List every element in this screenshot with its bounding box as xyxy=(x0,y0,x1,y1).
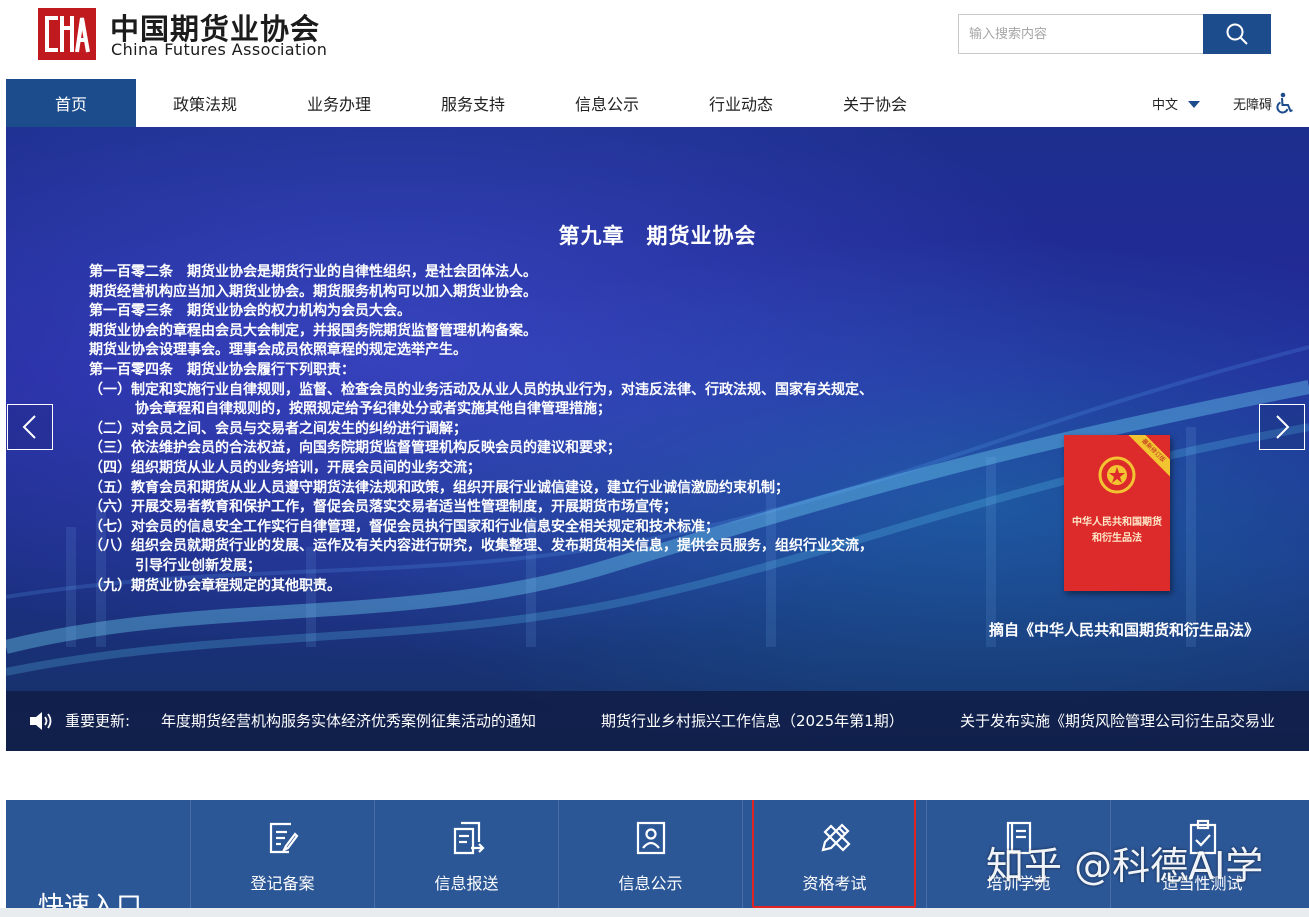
law-line: （七）对会员的信息安全工作实行自律管理，督促会员执行国家和行业信息安全相关规定和… xyxy=(89,518,719,535)
watermark-text: 知乎 @科德AI学 xyxy=(986,844,1264,888)
quick-item-label: 信息公示 xyxy=(618,874,683,893)
wheelchair-icon xyxy=(1276,92,1294,114)
nav-item-home[interactable]: 首页 xyxy=(6,79,136,127)
quick-item-report[interactable]: 信息报送 xyxy=(374,800,558,917)
law-line: （一）制定和实施行业自律规则，监督、检查会员的业务活动及从业人员的执业行为，对违… xyxy=(89,381,873,398)
quick-item-label: 登记备案 xyxy=(250,874,315,893)
hero-banner[interactable]: 第九章 期货业协会 第一百零二条 期货业协会是期货行业的自律性组织，是社会团体法… xyxy=(6,127,1309,751)
nav-item-about[interactable]: 关于协会 xyxy=(810,79,940,127)
main-nav: 首页 政策法规 业务办理 服务支持 信息公示 行业动态 关于协会 中文 无障碍 xyxy=(6,79,1309,127)
nav-item-news[interactable]: 行业动态 xyxy=(676,79,806,127)
law-line: 协会章程和自律规则的，按照规定给予纪律处分或者实施其他自律管理措施； xyxy=(135,401,611,418)
book-title: 中华人民共和国期货和衍生品法 xyxy=(1072,517,1162,544)
law-line: （九）期货业协会章程规定的其他职责。 xyxy=(89,577,341,594)
accessibility-link[interactable]: 无障碍 xyxy=(1233,79,1294,127)
law-text: 第一百零二条 期货业协会是期货行业的自律性组织，是社会团体法人。 期货经营机构应… xyxy=(89,263,873,596)
law-book-cover: 最新修订版 中华人民共和国期货和衍生品法 xyxy=(1064,435,1170,591)
page-bottom-strip xyxy=(0,908,1309,917)
nav-item-disclosure[interactable]: 信息公示 xyxy=(542,79,672,127)
law-line: 第一百零三条 期货业协会的权力机构为会员大会。 xyxy=(89,303,411,320)
law-line: （三）依法维护会员的合法权益，向国务院期货监督管理机构反映会员的建议和要求； xyxy=(89,440,621,457)
ticker-item[interactable]: 年度期货经营机构服务实体经济优秀案例征集活动的通知 xyxy=(161,691,536,751)
accessibility-label: 无障碍 xyxy=(1233,97,1273,113)
chevron-left-icon xyxy=(22,415,36,439)
nav-item-service[interactable]: 服务支持 xyxy=(408,79,538,127)
search-button[interactable] xyxy=(1203,14,1271,54)
ticker-item[interactable]: 期货行业乡村振兴工作信息（2025年第1期） xyxy=(601,691,904,751)
law-line: （二）对会员之间、会员与交易者之间发生的纠纷进行调解； xyxy=(89,420,467,437)
nav-item-business[interactable]: 业务办理 xyxy=(274,79,404,127)
quick-item-label: 信息报送 xyxy=(434,874,499,893)
language-select[interactable]: 中文 xyxy=(1152,79,1201,127)
site-name-en[interactable]: China Futures Association xyxy=(111,40,327,59)
cfa-logo-icon[interactable] xyxy=(38,8,96,60)
news-ticker: 重要更新: 年度期货经营机构服务实体经济优秀案例征集活动的通知 期货行业乡村振兴… xyxy=(6,691,1309,751)
edit-document-icon xyxy=(263,818,303,862)
speaker-icon xyxy=(28,710,54,736)
quick-item-registration[interactable]: 登记备案 xyxy=(190,800,374,917)
law-line: （四）组织期货从业人员的业务培训，开展会员间的业务交流； xyxy=(89,459,481,476)
document-send-icon xyxy=(447,818,487,862)
law-line: 期货经营机构应当加入期货业协会。期货服务机构可以加入期货业协会。 xyxy=(89,283,537,300)
law-line: 期货业协会的章程由会员大会制定，并报国务院期货监督管理机构备案。 xyxy=(89,322,537,339)
law-line: （六）开展交易者教育和保护工作，督促会员落实交易者适当性管理制度，开展期货市场宣… xyxy=(89,499,677,516)
ticker-item[interactable]: 关于发布实施《期货风险管理公司衍生品交易业 xyxy=(960,691,1275,751)
quick-item-disclosure[interactable]: 信息公示 xyxy=(558,800,742,917)
search-icon xyxy=(1226,23,1248,45)
law-line: （五）教育会员和期货从业人员遵守期货法律法规和政策，组织开展行业诚信建设，建立行… xyxy=(89,479,789,496)
ticker-label: 重要更新: xyxy=(65,712,131,730)
law-line: 第一百零四条 期货业协会履行下列职责： xyxy=(89,361,355,378)
law-line: （八）组织会员就期货行业的发展、运作及有关内容进行研究，收集整理、发布期货相关信… xyxy=(89,538,873,555)
search-input[interactable] xyxy=(958,14,1204,54)
language-label: 中文 xyxy=(1152,97,1179,113)
law-line: 第一百零二条 期货业协会是期货行业的自律性组织，是社会团体法人。 xyxy=(89,264,537,280)
site-header: 中国期货业协会 China Futures Association xyxy=(6,0,1309,79)
law-line: 期货业协会设理事会。理事会成员依照章程的规定选举产生。 xyxy=(89,342,467,359)
highlight-annotation-box xyxy=(752,800,916,908)
carousel-prev-button[interactable] xyxy=(7,404,53,450)
chevron-right-icon xyxy=(1276,415,1290,439)
excerpt-source: 摘自《中华人民共和国期货和衍生品法》 xyxy=(988,621,1259,639)
chapter-title: 第九章 期货业协会 xyxy=(558,224,757,248)
profile-card-icon xyxy=(631,818,671,862)
page: 中国期货业协会 China Futures Association 首页 政策法… xyxy=(0,0,1309,917)
caret-down-icon xyxy=(1188,100,1201,108)
carousel-next-button[interactable] xyxy=(1259,404,1305,450)
national-emblem-icon xyxy=(1097,455,1137,499)
law-line: 引导行业创新发展； xyxy=(135,557,261,574)
nav-item-policy[interactable]: 政策法规 xyxy=(140,79,270,127)
